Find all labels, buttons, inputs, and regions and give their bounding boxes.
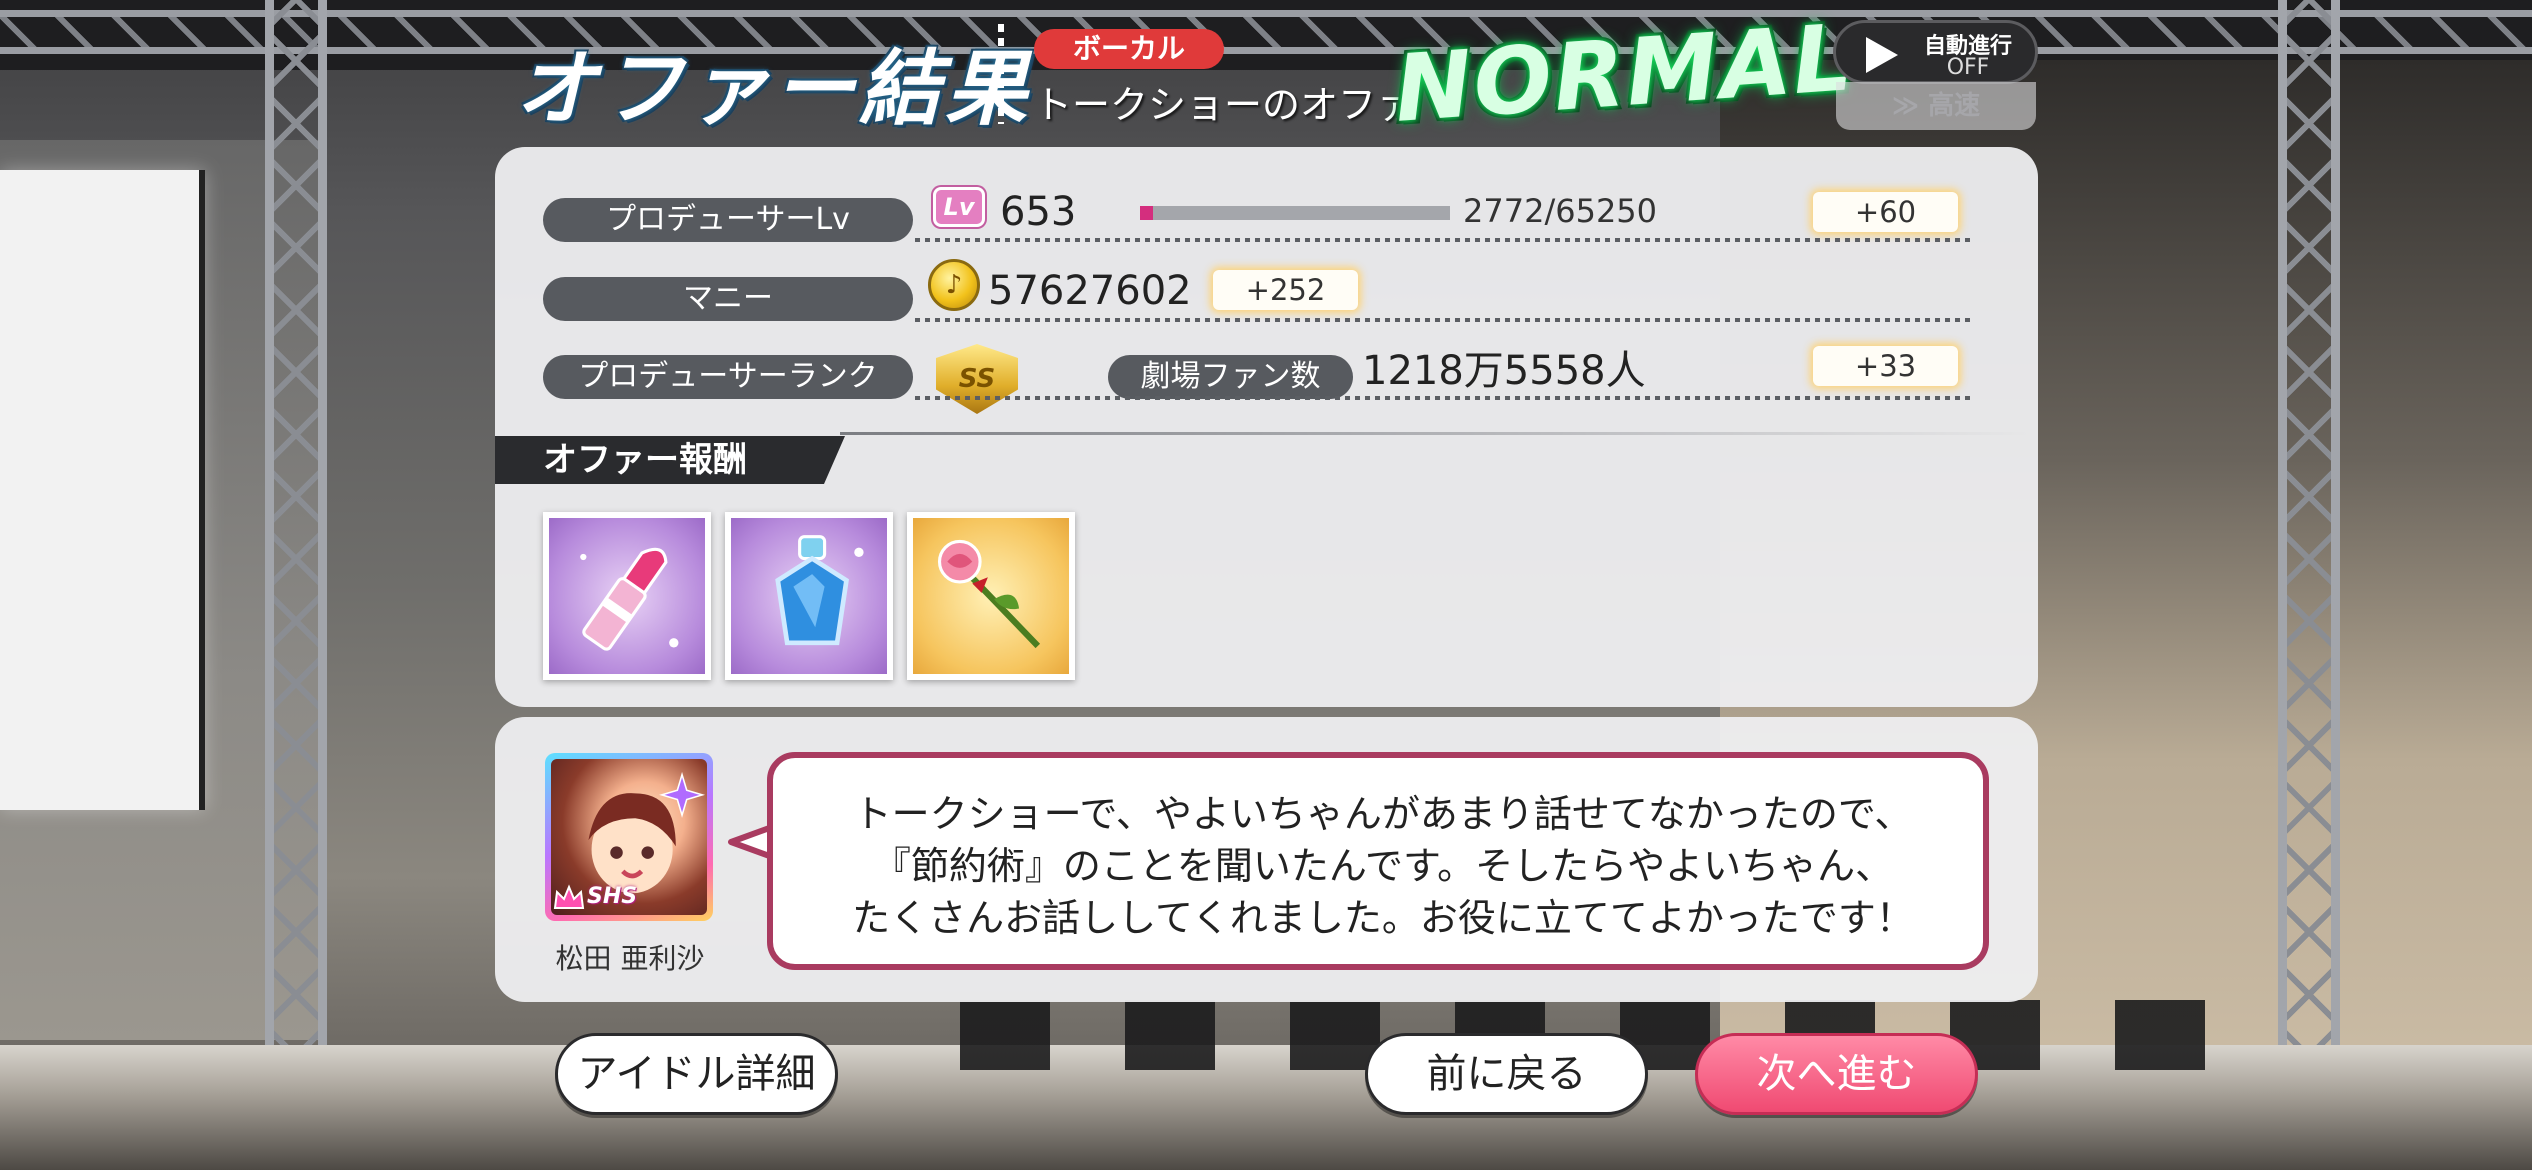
right-truss <box>2278 0 2340 1070</box>
play-icon <box>1866 37 1898 73</box>
idol-name: 松田 亜利沙 <box>555 942 705 975</box>
page-title: オファー結果 <box>515 42 1031 137</box>
perfume-bottle-icon <box>775 535 864 646</box>
reward-lipstick[interactable] <box>543 512 711 680</box>
left-truss <box>265 0 327 1070</box>
reward-perfume[interactable] <box>725 512 893 680</box>
offer-name: トークショーのオファ <box>1034 83 1415 127</box>
coin-icon: ♪ <box>928 259 980 311</box>
row-divider <box>915 396 1975 400</box>
fans-label: 劇場ファン数 <box>1108 355 1353 399</box>
producer-lv-label: プロデューサーLv <box>543 198 913 242</box>
money-label: マニー <box>543 277 913 321</box>
top-truss <box>0 10 2532 54</box>
lv-gain: +60 <box>1813 192 1958 232</box>
title-divider <box>998 24 1004 124</box>
xp-progress-fill <box>1140 206 1154 220</box>
rose-icon <box>937 539 1041 649</box>
xp-value: 2772/65250 <box>1463 192 1658 230</box>
dialogue-line: たくさんお話ししてくれました。お役に立ててよかったです！ <box>852 896 1914 940</box>
rarity-badge: SHS <box>587 884 638 909</box>
producer-lv-value: 653 <box>1000 189 1077 235</box>
reward-rose[interactable] <box>907 512 1075 680</box>
idol-detail-button[interactable]: アイドル詳細 <box>555 1033 838 1115</box>
xp-progress-bar <box>1140 206 1450 220</box>
dialogue-line: トークショーで、やよいちゃんがあまり話せてなかったので、 <box>853 792 1913 836</box>
fast-speed-button[interactable]: ≫ 高速 <box>1836 82 2036 130</box>
category-badge: ボーカル <box>1034 29 1224 69</box>
rewards-header: オファー報酬 <box>495 436 845 484</box>
money-gain: +252 <box>1213 270 1358 310</box>
auto-progress-state: OFF <box>1946 55 1990 80</box>
lipstick-icon <box>580 547 679 651</box>
auto-progress-button[interactable]: 自動進行 OFF <box>1833 20 2038 84</box>
producer-rank-label: プロデューサーランク <box>543 355 913 399</box>
level-icon: Lv <box>933 187 985 227</box>
row-divider <box>915 318 1975 322</box>
projection-screen <box>0 170 205 810</box>
money-value: 57627602 <box>988 268 1192 314</box>
row-divider <box>915 238 1975 242</box>
back-button[interactable]: 前に戻る <box>1365 1033 1648 1115</box>
next-button[interactable]: 次へ進む <box>1695 1033 1978 1115</box>
speech-bubble: トークショーで、やよいちゃんがあまり話せてなかったので、 『節約術』のことを聞い… <box>767 752 1989 970</box>
fans-gain: +33 <box>1813 346 1958 386</box>
fans-value: 1218万5558人 <box>1362 348 1646 394</box>
reward-divider <box>840 432 2030 435</box>
dialogue-line: 『節約術』のことを聞いたんです。そしたらやよいちゃん、 <box>872 844 1894 888</box>
